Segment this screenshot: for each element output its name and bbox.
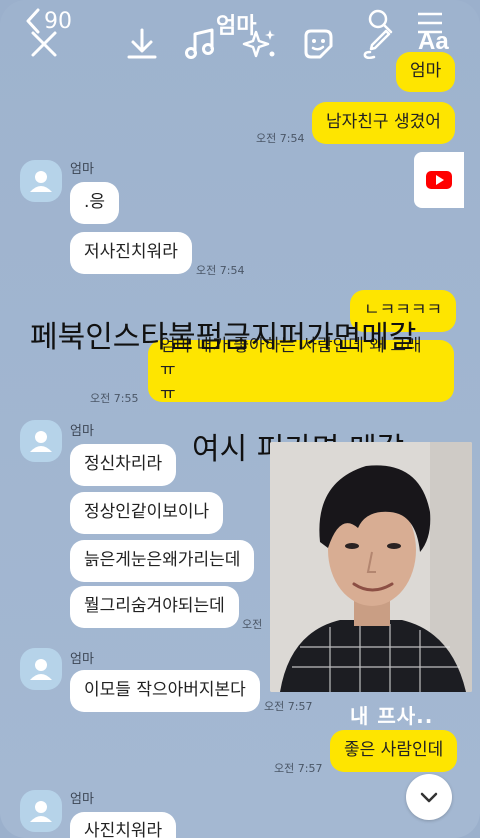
message-time: 오전 7:54 bbox=[256, 132, 305, 145]
message-line: ㅠ bbox=[160, 383, 176, 404]
their-message[interactable]: 정신차리라 bbox=[70, 444, 177, 486]
sender-name: 엄마 bbox=[70, 652, 94, 667]
download-button[interactable] bbox=[124, 26, 160, 62]
music-icon bbox=[185, 28, 214, 59]
profile-photo-sticker[interactable] bbox=[270, 442, 472, 692]
their-message[interactable]: 저사진치워라 bbox=[70, 232, 192, 274]
sticker-icon bbox=[304, 29, 333, 59]
draw-icon bbox=[363, 29, 391, 60]
their-message[interactable]: .응 bbox=[70, 182, 120, 224]
chat-screen: 90 엄마 Aa 엄마 남자친구 생겼어 오전 7:54 엄마 .응 저사진치워… bbox=[0, 0, 480, 838]
profile-icon bbox=[30, 659, 52, 680]
person-photo bbox=[270, 442, 472, 692]
youtube-button[interactable] bbox=[414, 152, 464, 208]
sender-name: 엄마 bbox=[70, 162, 94, 177]
message-time: 오전 7:57 bbox=[264, 700, 313, 713]
sender-name: 엄마 bbox=[70, 792, 94, 807]
sticker-button[interactable] bbox=[300, 26, 336, 62]
chevron-down-icon bbox=[420, 792, 438, 803]
their-message[interactable]: 정상인같이보이나 bbox=[70, 492, 224, 534]
message-time: 오전 7:54 bbox=[196, 264, 245, 277]
effects-button[interactable] bbox=[242, 26, 278, 62]
avatar[interactable] bbox=[20, 160, 62, 202]
youtube-icon bbox=[426, 171, 452, 189]
profile-icon bbox=[30, 801, 52, 822]
my-message[interactable]: 남자친구 생겼어 bbox=[312, 102, 455, 144]
story-text[interactable]: 페북인스타불펌금지퍼가면메갈 bbox=[30, 312, 416, 356]
their-message[interactable]: 이모들 작으아버지본다 bbox=[70, 670, 260, 712]
their-message[interactable]: 사진치워라 bbox=[70, 812, 177, 838]
draw-button[interactable] bbox=[358, 26, 394, 62]
message-time: 오전 7:57 bbox=[274, 762, 323, 775]
scroll-down-button[interactable] bbox=[406, 774, 452, 820]
photo-caption[interactable]: 내 프사.. bbox=[350, 700, 433, 729]
their-message[interactable]: 뭘그리숨겨야되는데 bbox=[70, 586, 239, 628]
message-time: 오전 bbox=[242, 618, 263, 631]
their-message[interactable]: 늙은게눈은왜가리는데 bbox=[70, 540, 255, 582]
avatar[interactable] bbox=[20, 420, 62, 462]
my-message[interactable]: 엄마 bbox=[396, 52, 456, 92]
close-icon bbox=[31, 31, 57, 57]
avatar[interactable] bbox=[20, 790, 62, 832]
sparkle-icon bbox=[242, 30, 275, 58]
music-button[interactable] bbox=[182, 26, 218, 62]
download-icon bbox=[127, 28, 157, 59]
my-message[interactable]: 좋은 사람인데 bbox=[330, 730, 458, 772]
profile-icon bbox=[30, 171, 52, 192]
sender-name: 엄마 bbox=[70, 424, 94, 439]
close-button[interactable] bbox=[26, 26, 62, 62]
profile-icon bbox=[30, 431, 52, 452]
avatar[interactable] bbox=[20, 648, 62, 690]
message-time: 오전 7:55 bbox=[90, 392, 139, 405]
